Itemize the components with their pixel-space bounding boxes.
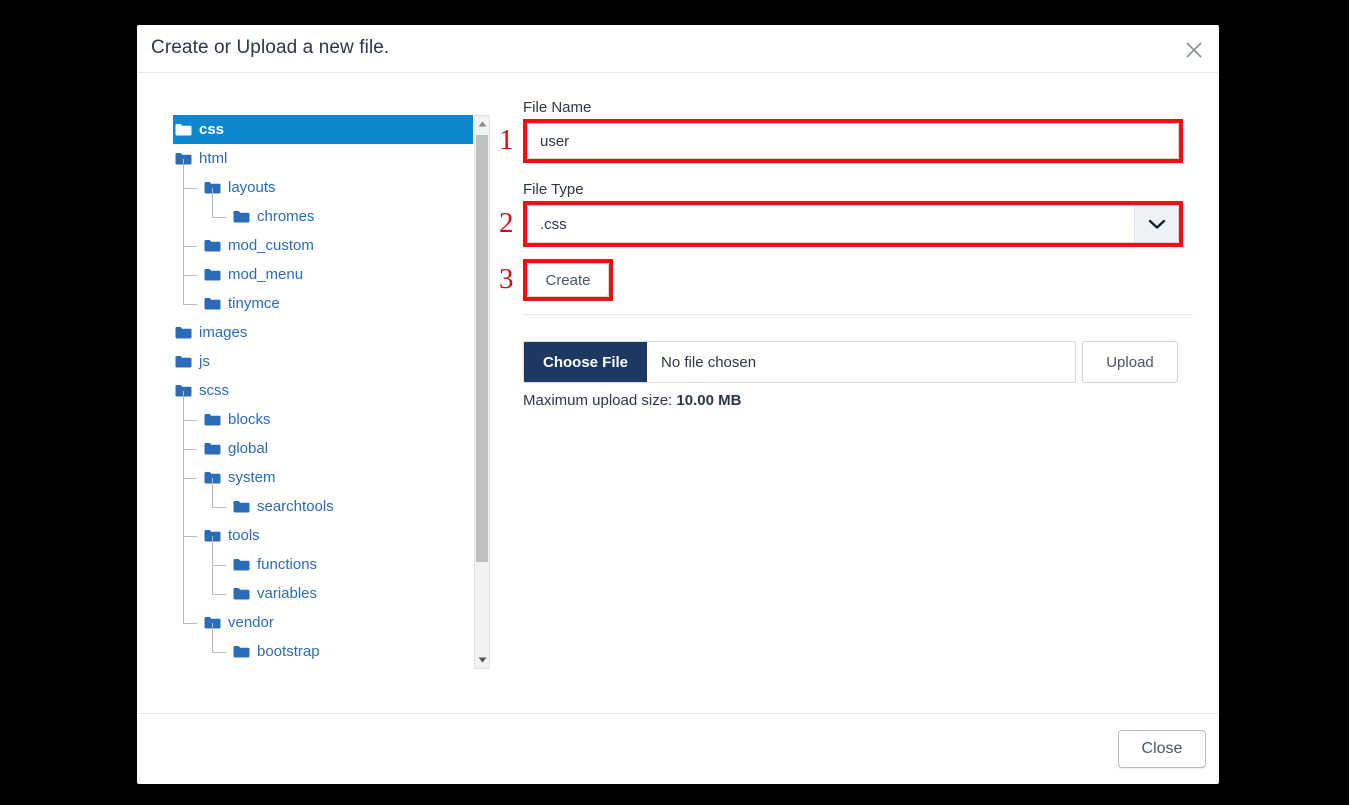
tree-item-html[interactable]: html [173, 144, 473, 173]
folder-icon [204, 471, 221, 484]
tree-item-searchtools[interactable]: searchtools [173, 492, 473, 521]
tree-item-variables[interactable]: variables [173, 579, 473, 608]
file-chosen-label: No file chosen [661, 353, 757, 371]
modal-header: Create or Upload a new file. [137, 25, 1219, 73]
annotation-number-1: 1 [499, 124, 514, 156]
tree-item-label: functions [257, 556, 318, 573]
tree-item-label: variables [257, 585, 318, 602]
folder-icon [204, 616, 221, 629]
folder-icon [233, 587, 250, 600]
max-upload-size-value: 10.00 MB [676, 392, 742, 409]
tree-item-label: css [199, 121, 225, 138]
modal-footer: Close [137, 713, 1219, 784]
tree-item-label: mod_menu [228, 266, 304, 283]
folder-icon [233, 210, 250, 223]
folder-icon [204, 181, 221, 194]
tree-item-label: global [228, 440, 269, 457]
chevron-down-icon[interactable] [1134, 206, 1178, 242]
tree-item-label: system [228, 469, 276, 486]
annotation-number-2: 2 [499, 207, 514, 239]
folder-icon [175, 384, 192, 397]
folder-icon [233, 500, 250, 513]
close-button[interactable]: Close [1118, 730, 1206, 768]
folder-icon [204, 239, 221, 252]
folder-icon [175, 123, 192, 136]
create-button[interactable]: Create [527, 263, 609, 297]
file-name-input[interactable] [527, 123, 1179, 159]
tree-item-js[interactable]: js [173, 347, 473, 376]
file-type-value: .css [540, 215, 567, 233]
tree-item-mod_menu[interactable]: mod_menu [173, 260, 473, 289]
file-picker[interactable]: Choose File No file chosen [523, 341, 1076, 383]
tree-item-label: mod_custom [228, 237, 314, 254]
tree-item-scss[interactable]: scss [173, 376, 473, 405]
tree-item-functions[interactable]: functions [173, 550, 473, 579]
tree-item-system[interactable]: system [173, 463, 473, 492]
tree-item-label: searchtools [257, 498, 334, 515]
tree-item-label: blocks [228, 411, 271, 428]
tree-item-label: layouts [228, 179, 276, 196]
upload-button[interactable]: Upload [1082, 341, 1178, 383]
scrollbar-thumb[interactable] [476, 135, 488, 562]
page-title: Create or Upload a new file. [151, 37, 390, 58]
tree-item-label: vendor [228, 614, 274, 631]
tree-item-label: images [199, 324, 248, 341]
tree-item-images[interactable]: images [173, 318, 473, 347]
create-highlight-box: Create [523, 259, 613, 301]
folder-icon [175, 152, 192, 165]
tree-item-label: js [199, 353, 210, 370]
create-upload-file-modal: Create or Upload a new file. css html layo… [137, 25, 1219, 784]
file-type-select[interactable]: .css [527, 205, 1179, 243]
tree-item-label: tools [228, 527, 260, 544]
file-tree-scrollbar[interactable] [474, 115, 490, 669]
file-type-highlight-box: .css [523, 201, 1183, 247]
choose-file-button[interactable]: Choose File [524, 342, 648, 382]
tree-item-label: tinymce [228, 295, 280, 312]
file-tree-panel: css html layouts chromes mod_custom mod_menut… [173, 115, 490, 669]
file-type-label: File Type [523, 181, 584, 198]
folder-icon [204, 268, 221, 281]
tree-item-label: html [199, 150, 228, 167]
triangle-down-icon[interactable] [475, 652, 489, 668]
tree-item-label: chromes [257, 208, 315, 225]
file-tree[interactable]: css html layouts chromes mod_custom mod_menut… [173, 115, 473, 669]
tree-item-blocks[interactable]: blocks [173, 405, 473, 434]
tree-item-css[interactable]: css [173, 115, 473, 144]
tree-item-mod_custom[interactable]: mod_custom [173, 231, 473, 260]
file-name-label: File Name [523, 99, 592, 116]
triangle-up-icon[interactable] [475, 116, 489, 132]
max-upload-size-text: Maximum upload size: 10.00 MB [523, 392, 1178, 409]
folder-icon [175, 326, 192, 339]
tree-item-label: bootstrap [257, 643, 320, 660]
annotation-number-3: 3 [499, 263, 514, 295]
folder-icon [204, 413, 221, 426]
folder-icon [204, 442, 221, 455]
folder-icon [233, 645, 250, 658]
tree-item-label: scss [199, 382, 229, 399]
tree-item-vendor[interactable]: vendor [173, 608, 473, 637]
upload-row: Choose File No file chosen Upload [523, 341, 1178, 383]
max-upload-size-prefix: Maximum upload size: [523, 392, 677, 409]
modal-body: css html layouts chromes mod_custom mod_menut… [137, 74, 1219, 713]
folder-icon [233, 558, 250, 571]
file-name-highlight-box [523, 119, 1183, 163]
tree-item-bootstrap[interactable]: bootstrap [173, 637, 473, 666]
section-divider [523, 314, 1193, 315]
folder-icon [204, 297, 221, 310]
close-icon[interactable] [1177, 33, 1211, 67]
tree-item-global[interactable]: global [173, 434, 473, 463]
tree-item-chromes[interactable]: chromes [173, 202, 473, 231]
folder-icon [204, 529, 221, 542]
tree-item-tinymce[interactable]: tinymce [173, 289, 473, 318]
tree-item-tools[interactable]: tools [173, 521, 473, 550]
folder-icon [175, 355, 192, 368]
tree-item-layouts[interactable]: layouts [173, 173, 473, 202]
